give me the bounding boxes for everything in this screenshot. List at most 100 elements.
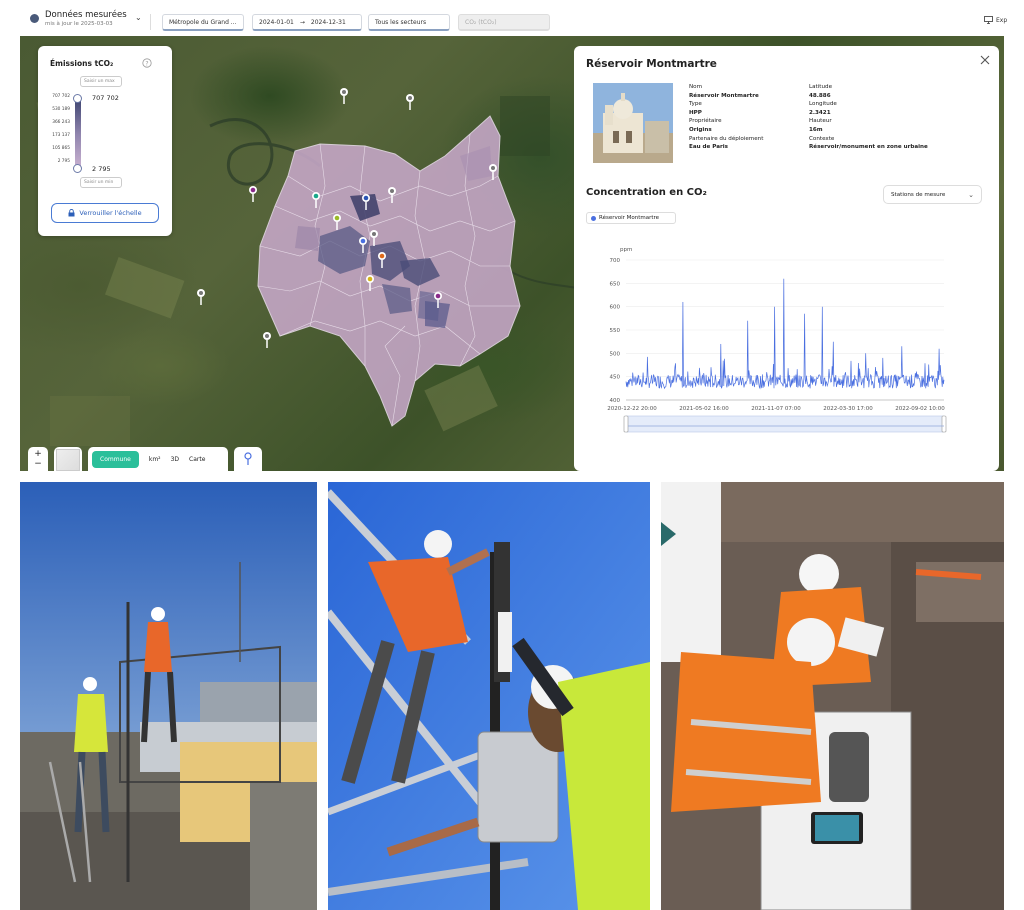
lock-icon [68, 209, 75, 217]
co2-line-chart[interactable]: ppm 400 450 500 550 600 650 700 2020-12-22 20:0… [584, 238, 954, 443]
stations-toggle[interactable] [234, 447, 262, 471]
series-chip-label: Réservoir Montmartre [599, 215, 660, 221]
lock-scale-label: Verrouiller l'échelle [79, 209, 142, 217]
help-circle-icon[interactable]: ? [142, 58, 152, 68]
station-title: Réservoir Montmartre [586, 58, 717, 70]
date-start: 2024-01-01 [259, 19, 294, 26]
zoom-out-button[interactable]: − [34, 459, 42, 469]
y-tick-label: 550 [610, 328, 621, 334]
map-controls: + − Commune km² 3D Carte [28, 447, 262, 471]
legend-title: Émissions tCO₂ [50, 59, 114, 68]
divider [150, 14, 151, 30]
region-select[interactable]: Métropole du Grand ... [162, 14, 244, 31]
range-handle-left[interactable] [623, 415, 629, 433]
station-photo [593, 83, 673, 163]
range-handle-right[interactable] [941, 415, 947, 433]
field-label: Latitude [809, 84, 833, 90]
y-tick-label: 650 [610, 281, 621, 287]
map-marker-icon [340, 88, 348, 104]
concentration-title: Concentration en CO₂ [586, 187, 707, 198]
chart-ticks: 400 450 500 550 600 650 700 2020-12-22 20:00 202… [607, 258, 945, 412]
monitor-icon [984, 16, 993, 24]
field-label: Nom [689, 84, 703, 90]
map-marker-icon [263, 332, 271, 348]
scale-tick: 707 702 [52, 94, 70, 99]
field-label: Hauteur [809, 118, 832, 125]
emissions-legend: Émissions tCO₂ ? Saisir un max 707 702 5… [38, 46, 172, 236]
zoom-control: + − [28, 447, 48, 471]
y-tick-label: 400 [610, 398, 621, 404]
min-slider-handle[interactable] [73, 164, 82, 173]
field-value: Eau de Paris [689, 144, 729, 151]
photo-rooftop-technicians [20, 482, 317, 910]
scale-tick: 366 243 [52, 120, 70, 125]
map-pin-icon [244, 452, 252, 465]
tab-3d[interactable]: 3D [171, 456, 179, 463]
scale-tick-labels: 707 702 530 189 366 243 173 137 105 865 … [48, 94, 70, 164]
field-label: Type [689, 101, 702, 108]
y-tick-label: 500 [610, 351, 621, 357]
max-input[interactable]: Saisir un max [80, 76, 122, 87]
app-brand[interactable]: Données mesurées mis à jour le 2025-03-0… [30, 10, 127, 27]
zoom-in-button[interactable]: + [34, 449, 42, 459]
basemap-toggle[interactable] [54, 447, 82, 471]
stations-select[interactable]: Stations de mesure ⌄ [883, 185, 982, 204]
chevron-down-icon[interactable]: ⌄ [135, 13, 142, 22]
map-marker-icon [197, 289, 205, 305]
tab-km2[interactable]: km² [149, 456, 161, 463]
field-value: Origins [689, 126, 712, 133]
app-subtitle: mis à jour le 2025-03-03 [45, 21, 113, 27]
y-axis-label: ppm [620, 247, 632, 253]
field-label: Partenaire du déploiement [689, 135, 764, 142]
time-range-navigator[interactable] [625, 415, 945, 433]
min-value: 2 795 [92, 165, 111, 173]
export-button[interactable]: Exp [984, 16, 1007, 24]
series-line-reservoir-montmartre [625, 278, 945, 390]
chevron-down-icon: ⌄ [968, 190, 974, 199]
lock-scale-button[interactable]: Verrouiller l'échelle [51, 203, 159, 223]
app-title: Données mesurées [45, 10, 127, 20]
stations-select-label: Stations de mesure [891, 191, 946, 198]
scale-tick: 2 795 [57, 159, 70, 164]
sector-select[interactable]: Tous les secteurs [368, 14, 450, 31]
arrow-right-icon: → [299, 19, 305, 26]
basemap-thumbnail [56, 449, 80, 471]
scale-tick: 173 137 [52, 133, 70, 138]
date-end: 2024-12-31 [310, 19, 346, 26]
station-panel: Réservoir Montmartre Nom Latitude Réserv… [574, 46, 999, 471]
field-value: 16m [809, 126, 823, 133]
field-value: Réservoir Montmartre [689, 92, 759, 99]
min-input[interactable]: Saisir un min [80, 177, 122, 188]
photo-mast-installation [328, 482, 650, 910]
x-tick-label: 2021-05-02 16:00 [679, 406, 729, 412]
close-icon[interactable] [980, 55, 990, 65]
map-marker-icon [406, 94, 414, 110]
field-value: 48.886 [809, 92, 831, 99]
field-value: Réservoir/monument en zone urbaine [809, 144, 928, 151]
max-slider-handle[interactable] [73, 94, 82, 103]
tab-commune[interactable]: Commune [92, 450, 139, 468]
photo-analyzer-setup [661, 482, 1004, 910]
x-tick-label: 2021-11-07 07:00 [751, 406, 801, 412]
tab-carte[interactable]: Carte [189, 456, 205, 463]
x-tick-label: 2020-12-22 20:00 [607, 406, 657, 412]
map-marker-icon [249, 186, 257, 202]
y-tick-label: 450 [610, 375, 621, 381]
series-chip[interactable]: Réservoir Montmartre [586, 212, 676, 224]
max-value: 707 702 [92, 94, 119, 102]
field-label: Propriétaire [689, 118, 722, 125]
scale-tick: 105 865 [52, 146, 70, 151]
field-label: Longitude [809, 101, 837, 108]
gas-select: CO₂ (tCO₂) [458, 14, 550, 31]
export-label: Exp [996, 16, 1008, 24]
date-range-picker[interactable]: 2024-01-01 → 2024-12-31 [252, 14, 362, 31]
view-mode-tabs: Commune km² 3D Carte [88, 447, 228, 471]
x-tick-label: 2022-03-30 17:00 [823, 406, 873, 412]
chart-series [625, 278, 945, 390]
top-bar: Données mesurées mis à jour le 2025-03-0… [0, 0, 1024, 36]
field-value: 2.3421 [809, 109, 831, 116]
scale-tick: 530 189 [52, 107, 70, 112]
station-fields: Nom Latitude Réservoir Montmartre 48.886… [689, 84, 929, 150]
color-scale-bar [75, 98, 81, 170]
y-tick-label: 700 [610, 258, 621, 264]
